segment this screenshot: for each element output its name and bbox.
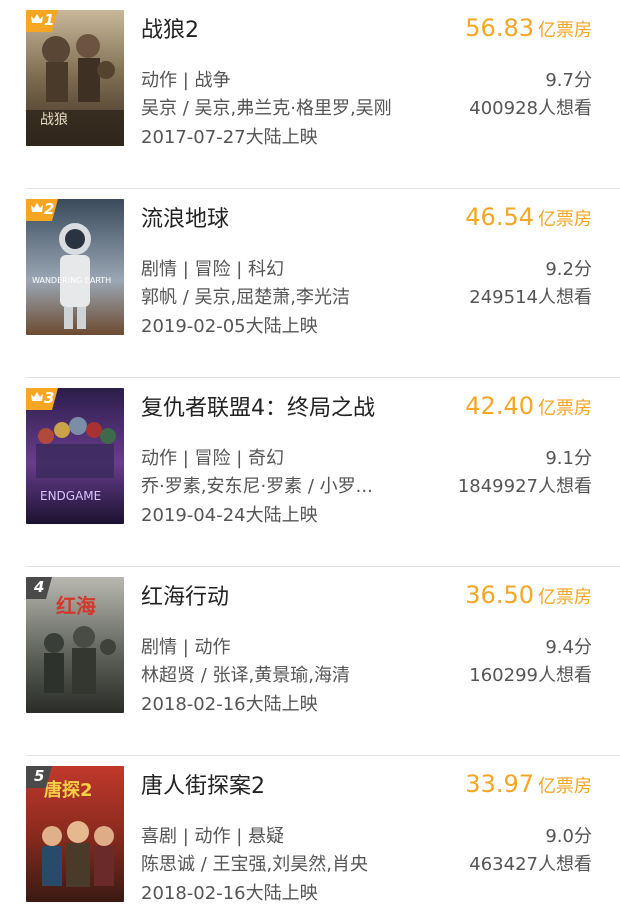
rank-number: 5 (34, 767, 45, 785)
movie-score: 9.2分 (545, 259, 592, 280)
movie-poster[interactable]: WANDERING EARTH 2 (26, 199, 124, 335)
box-office: 56.83 亿票房 (465, 14, 592, 42)
movie-item[interactable]: 红海 4 红海行动 36.50 亿票房 剧情 | 动作 林超贤 / 张译,黄景瑜,… (0, 567, 620, 756)
movie-cast: 陈思诚 / 王宝强,刘昊然,肖央 (141, 854, 368, 875)
movie-title[interactable]: 战狼2 (141, 12, 199, 44)
box-office-unit: 亿票房 (538, 209, 592, 230)
movie-poster[interactable]: 战狼 1 (26, 10, 124, 146)
crown-icon (31, 203, 43, 212)
movie-poster[interactable]: 红海 4 (26, 577, 124, 713)
want-count: 249514人想看 (469, 287, 592, 308)
movie-score: 9.4分 (545, 637, 592, 658)
movie-title[interactable]: 唐人街探案2 (141, 768, 265, 800)
box-office-value: 46.54 (465, 203, 534, 231)
box-office: 33.97 亿票房 (465, 770, 592, 798)
box-office-value: 36.50 (465, 581, 534, 609)
poster-caption: WANDERING EARTH (32, 276, 111, 285)
release-date: 2018-02-16大陆上映 (141, 694, 318, 715)
rank-number: 4 (34, 578, 45, 596)
movie-item[interactable]: 战狼 1 战狼2 56.83 亿票房 动作 | 战争 吴京 / 吴京,弗兰克·格里… (0, 0, 620, 189)
box-office-value: 56.83 (465, 14, 534, 42)
movie-cast: 乔·罗素,安东尼·罗素 / 小罗... (141, 476, 373, 497)
crown-icon (31, 14, 43, 23)
box-office-value: 42.40 (465, 392, 534, 420)
want-count: 463427人想看 (469, 854, 592, 875)
rank-number: 2 (44, 200, 55, 218)
poster-caption: 红海 (56, 594, 96, 618)
want-count: 400928人想看 (469, 98, 592, 119)
movie-cast: 林超贤 / 张译,黄景瑜,海清 (141, 665, 350, 686)
box-office: 42.40 亿票房 (465, 392, 592, 420)
rank-badge: 4 (26, 577, 58, 599)
movie-score: 9.7分 (545, 70, 592, 91)
release-date: 2017-07-27大陆上映 (141, 127, 318, 148)
rank-badge: 2 (26, 199, 58, 221)
box-office: 36.50 亿票房 (465, 581, 592, 609)
rank-number: 3 (44, 389, 55, 407)
box-office-list: 战狼 1 战狼2 56.83 亿票房 动作 | 战争 吴京 / 吴京,弗兰克·格里… (0, 0, 620, 910)
movie-genre: 剧情 | 动作 (141, 637, 231, 658)
movie-score: 9.0分 (545, 826, 592, 847)
movie-cast: 吴京 / 吴京,弗兰克·格里罗,吴刚 (141, 98, 392, 119)
rank-badge: 3 (26, 388, 58, 410)
box-office: 46.54 亿票房 (465, 203, 592, 231)
release-date: 2019-02-05大陆上映 (141, 316, 318, 337)
movie-item[interactable]: 唐探2 5 唐人街探案2 33.97 亿票房 喜剧 | 动作 | 悬疑 陈思诚 /… (0, 756, 620, 910)
release-date: 2019-04-24大陆上映 (141, 505, 318, 526)
poster-caption: ENDGAME (40, 489, 101, 503)
movie-genre: 动作 | 冒险 | 奇幻 (141, 448, 285, 469)
movie-genre: 剧情 | 冒险 | 科幻 (141, 259, 285, 280)
rank-badge: 5 (26, 766, 58, 788)
want-count: 160299人想看 (469, 665, 592, 686)
movie-genre: 喜剧 | 动作 | 悬疑 (141, 826, 285, 847)
release-date: 2018-02-16大陆上映 (141, 883, 318, 904)
rank-badge: 1 (26, 10, 58, 32)
movie-item[interactable]: ENDGAME 3 复仇者联盟4：终局之战 42.40 亿票房 动作 | 冒险 |… (0, 378, 620, 567)
crown-icon (31, 392, 43, 401)
movie-title[interactable]: 复仇者联盟4：终局之战 (141, 390, 375, 422)
movie-title[interactable]: 红海行动 (141, 579, 229, 611)
box-office-unit: 亿票房 (538, 398, 592, 419)
poster-caption: 战狼 (40, 112, 68, 128)
box-office-value: 33.97 (465, 770, 534, 798)
box-office-unit: 亿票房 (538, 20, 592, 41)
movie-genre: 动作 | 战争 (141, 70, 231, 91)
box-office-unit: 亿票房 (538, 587, 592, 608)
want-count: 1849927人想看 (457, 476, 592, 497)
movie-title[interactable]: 流浪地球 (141, 201, 229, 233)
movie-score: 9.1分 (545, 448, 592, 469)
movie-poster[interactable]: ENDGAME 3 (26, 388, 124, 524)
movie-poster[interactable]: 唐探2 5 (26, 766, 124, 902)
movie-item[interactable]: WANDERING EARTH 2 流浪地球 46.54 亿票房 剧情 | 冒险 … (0, 189, 620, 378)
rank-number: 1 (44, 11, 55, 29)
movie-cast: 郭帆 / 吴京,屈楚萧,李光洁 (141, 287, 350, 308)
box-office-unit: 亿票房 (538, 776, 592, 797)
